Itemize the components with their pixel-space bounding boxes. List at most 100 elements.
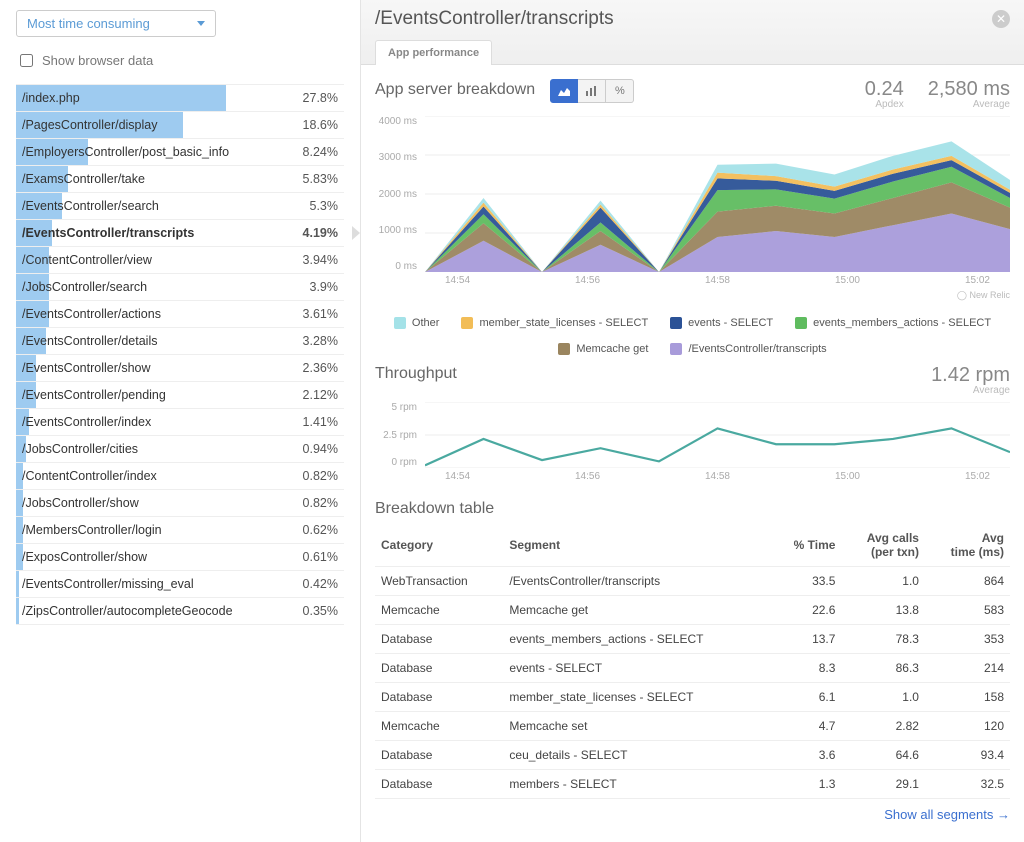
transaction-pct: 0.62% [303, 523, 338, 537]
transaction-pct: 0.82% [303, 496, 338, 510]
transaction-label: /EventsController/search [22, 199, 159, 213]
transaction-pct: 3.94% [303, 253, 338, 267]
transaction-label: /EventsController/actions [22, 307, 161, 321]
show-all-segments-link[interactable]: Show all segments → [884, 807, 1010, 822]
transaction-row[interactable]: /EventsController/missing_eval 0.42% [16, 571, 344, 598]
table-row[interactable]: Databaseevents - SELECT8.386.3214 [375, 654, 1010, 683]
page-title: /EventsController/transcripts [375, 8, 614, 30]
transaction-row[interactable]: /EventsController/search 5.3% [16, 193, 344, 220]
transaction-row[interactable]: /EmployersController/post_basic_info 8.24… [16, 139, 344, 166]
transaction-pct: 0.61% [303, 550, 338, 564]
breakdown-title: App server breakdown [375, 81, 535, 98]
sort-dropdown-label: Most time consuming [27, 16, 150, 31]
throughput-average-stat: 1.42 rpm Average [931, 365, 1010, 396]
area-chart-icon[interactable] [550, 79, 578, 103]
transaction-pct: 27.8% [303, 91, 338, 105]
table-header[interactable]: Avg calls (per txn) [841, 524, 925, 567]
tab-app-performance[interactable]: App performance [375, 40, 492, 65]
transaction-label: /EventsController/missing_eval [22, 577, 194, 591]
table-row[interactable]: Databaseevents_members_actions - SELECT1… [375, 625, 1010, 654]
transaction-row[interactable]: /EventsController/details 3.28% [16, 328, 344, 355]
transaction-label: /MembersController/login [22, 523, 162, 537]
transaction-pct: 3.28% [303, 334, 338, 348]
chart-view-toggle: % [550, 79, 634, 103]
transaction-label: /ExamsController/take [22, 172, 145, 186]
show-browser-checkbox[interactable] [20, 54, 33, 67]
transaction-row[interactable]: /ZipsController/autocompleteGeocode0.35% [16, 598, 344, 625]
transaction-row[interactable]: /ContentController/view3.94% [16, 247, 344, 274]
breakdown-legend: Other member_state_licenses - SELECT event… [375, 317, 1010, 355]
transaction-label: /JobsController/cities [22, 442, 138, 456]
apdex-stat: 0.24 Apdex [865, 79, 904, 110]
table-row[interactable]: Databaseceu_details - SELECT3.664.693.4 [375, 741, 1010, 770]
legend-item[interactable]: Memcache get [558, 343, 648, 355]
table-header[interactable]: % Time [771, 524, 841, 567]
table-row[interactable]: MemcacheMemcache get22.613.8583 [375, 596, 1010, 625]
legend-item[interactable]: /EventsController/transcripts [670, 343, 826, 355]
transaction-label: /EventsController/details [22, 334, 157, 348]
chevron-down-icon [197, 21, 205, 26]
transaction-label: /EventsController/index [22, 415, 151, 429]
table-row[interactable]: WebTransaction/EventsController/transcri… [375, 567, 1010, 596]
transaction-pct: 3.9% [310, 280, 339, 294]
table-row[interactable]: MemcacheMemcache set4.72.82120 [375, 712, 1010, 741]
transaction-pct: 0.42% [303, 577, 338, 591]
transaction-label: /JobsController/search [22, 280, 147, 294]
transaction-label: /EventsController/pending [22, 388, 166, 402]
transaction-label: /EventsController/show [22, 361, 151, 375]
transaction-pct: 0.82% [303, 469, 338, 483]
bar-chart-icon[interactable] [578, 79, 606, 103]
transaction-row[interactable]: /ContentController/index 0.82% [16, 463, 344, 490]
transaction-list: /index.php 27.8% /PagesController/display1… [16, 84, 344, 625]
transaction-pct: 1.41% [303, 415, 338, 429]
transaction-row[interactable]: /ExamsController/take5.83% [16, 166, 344, 193]
transaction-pct: 3.61% [303, 307, 338, 321]
transaction-pct: 4.19% [303, 226, 338, 240]
transaction-row[interactable]: /JobsController/show 0.82% [16, 490, 344, 517]
sort-dropdown[interactable]: Most time consuming [16, 10, 216, 37]
percent-view-button[interactable]: % [606, 79, 634, 103]
transaction-row[interactable]: /EventsController/show 2.36% [16, 355, 344, 382]
transaction-row[interactable]: /PagesController/display18.6% [16, 112, 344, 139]
transaction-label: /EventsController/transcripts [22, 226, 194, 240]
table-row[interactable]: Databasemember_state_licenses - SELECT6.… [375, 683, 1010, 712]
throughput-title: Throughput [375, 365, 457, 383]
transaction-label: /EmployersController/post_basic_info [22, 145, 229, 159]
breakdown-table: CategorySegment% TimeAvg calls (per txn)… [375, 524, 1010, 799]
table-header[interactable]: Category [375, 524, 503, 567]
breakdown-table-title: Breakdown table [375, 500, 1010, 518]
table-header[interactable]: Segment [503, 524, 771, 567]
transaction-row[interactable]: /EventsController/transcripts 4.19% [16, 220, 344, 247]
throughput-chart[interactable]: 5 rpm2.5 rpm0 rpm 14:5414:5614:5815:0015… [375, 402, 1010, 482]
show-browser-label: Show browser data [42, 53, 153, 68]
transaction-row[interactable]: /ExposController/show 0.61% [16, 544, 344, 571]
transaction-pct: 0.94% [303, 442, 338, 456]
breakdown-chart[interactable]: 4000 ms3000 ms2000 ms1000 ms0 ms 14:5414… [375, 116, 1010, 286]
sidebar: Most time consuming Show browser data /i… [0, 0, 360, 842]
legend-item[interactable]: Other [394, 317, 440, 329]
transaction-row[interactable]: /MembersController/login 0.62% [16, 517, 344, 544]
legend-item[interactable]: events_members_actions - SELECT [795, 317, 991, 329]
header: /EventsController/transcripts ✕ App perf… [361, 0, 1024, 65]
legend-item[interactable]: member_state_licenses - SELECT [461, 317, 648, 329]
main-panel: /EventsController/transcripts ✕ App perf… [360, 0, 1024, 842]
table-header[interactable]: Avg time (ms) [925, 524, 1010, 567]
attribution-label: ◯ New Relic [375, 290, 1010, 301]
transaction-row[interactable]: /EventsController/pending2.12% [16, 382, 344, 409]
close-icon[interactable]: ✕ [992, 10, 1010, 28]
legend-item[interactable]: events - SELECT [670, 317, 773, 329]
transaction-pct: 2.36% [303, 361, 338, 375]
transaction-row[interactable]: /JobsController/search 3.9% [16, 274, 344, 301]
table-row[interactable]: Databasemembers - SELECT1.329.132.5 [375, 770, 1010, 799]
transaction-pct: 0.35% [303, 604, 338, 618]
transaction-pct: 5.3% [310, 199, 339, 213]
transaction-row[interactable]: /index.php 27.8% [16, 85, 344, 112]
transaction-label: /ContentController/index [22, 469, 157, 483]
transaction-row[interactable]: /EventsController/index 1.41% [16, 409, 344, 436]
transaction-label: /index.php [22, 91, 80, 105]
transaction-pct: 8.24% [303, 145, 338, 159]
transaction-row[interactable]: /EventsController/actions 3.61% [16, 301, 344, 328]
transaction-label: /ExposController/show [22, 550, 147, 564]
transaction-row[interactable]: /JobsController/cities 0.94% [16, 436, 344, 463]
transaction-label: /JobsController/show [22, 496, 139, 510]
